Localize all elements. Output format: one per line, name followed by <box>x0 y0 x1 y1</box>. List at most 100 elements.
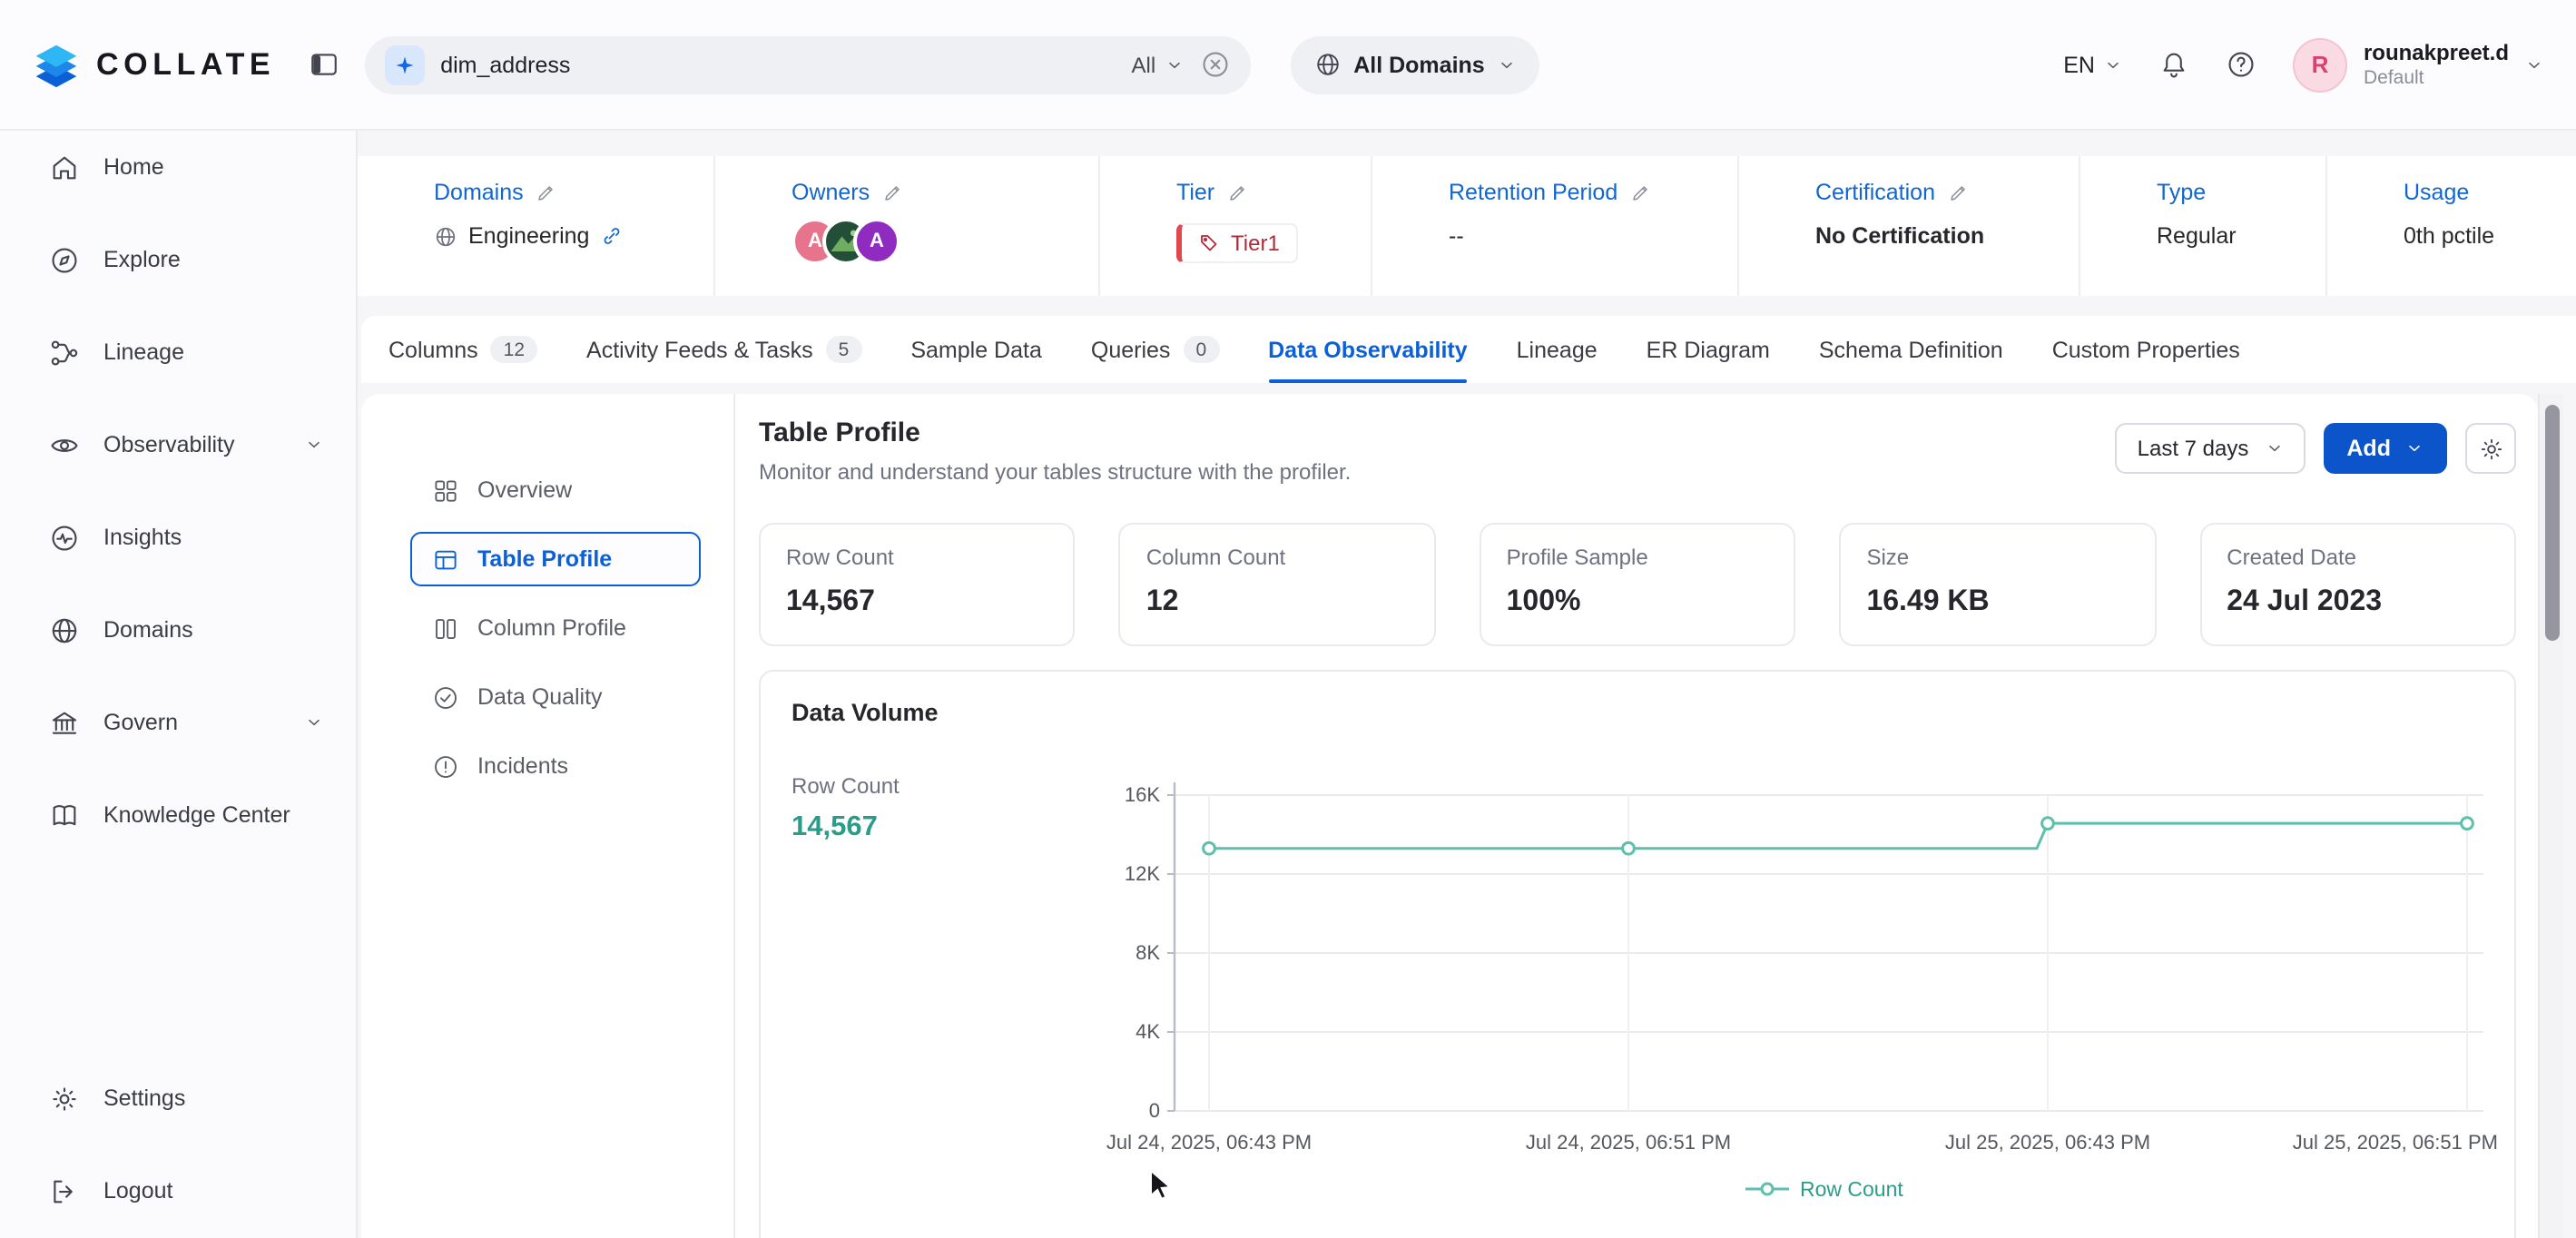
tab-lineage[interactable]: Lineage <box>1517 316 1598 383</box>
menu-item-label: Table Profile <box>477 546 612 572</box>
menu-item-table-profile[interactable]: Table Profile <box>410 532 701 586</box>
global-search[interactable]: All <box>364 35 1250 93</box>
svg-text:12K: 12K <box>1125 862 1160 885</box>
menu-item-overview[interactable]: Overview <box>410 463 701 517</box>
tab-sample-data[interactable]: Sample Data <box>910 316 1042 383</box>
tab-schema-definition[interactable]: Schema Definition <box>1819 316 2003 383</box>
menu-item-label: Data Quality <box>477 684 603 710</box>
sidebar-item-observability[interactable]: Observability <box>0 412 356 477</box>
sidebar-item-explore[interactable]: Explore <box>0 227 356 292</box>
owner-avatar[interactable]: A <box>853 218 900 265</box>
tab-er-diagram[interactable]: ER Diagram <box>1647 316 1770 383</box>
tab-data-observability[interactable]: Data Observability <box>1268 316 1468 383</box>
chevron-down-icon <box>2525 55 2543 74</box>
sidebar-item-govern[interactable]: Govern <box>0 690 356 755</box>
collate-logo-icon <box>33 41 80 88</box>
chevron-down-icon <box>2405 439 2424 457</box>
grid-icon <box>432 477 459 504</box>
stat-label: Size <box>1866 545 2129 570</box>
sidebar-item-lineage[interactable]: Lineage <box>0 319 356 385</box>
sidebar-item-domains[interactable]: Domains <box>0 597 356 663</box>
tab-queries[interactable]: Queries 0 <box>1091 316 1219 383</box>
knowledge-book-icon <box>49 800 80 830</box>
stat-card-row-count: Row Count 14,567 <box>759 523 1076 646</box>
retention-value: -- <box>1449 223 1464 249</box>
scrollbar-thumb[interactable] <box>2545 405 2560 641</box>
tab-count-badge: 12 <box>491 336 537 363</box>
edit-icon[interactable] <box>1948 182 1970 203</box>
profiler-settings-button[interactable] <box>2465 423 2516 474</box>
edit-icon[interactable] <box>1630 182 1652 203</box>
stat-card-column-count: Column Count 12 <box>1119 523 1436 646</box>
stat-card-size: Size 16.49 KB <box>1839 523 2156 646</box>
meta-domains: Domains Engineering <box>358 156 713 296</box>
user-avatar[interactable]: R <box>2293 37 2347 92</box>
edit-icon[interactable] <box>536 182 558 203</box>
edit-icon[interactable] <box>1227 182 1249 203</box>
explore-icon <box>49 244 80 275</box>
domain-value[interactable]: Engineering <box>468 223 589 249</box>
observability-panel: Overview Table Profile Column Profile Da… <box>361 394 2538 1238</box>
meta-retention: Retention Period -- <box>1371 156 1737 296</box>
stat-value: 16.49 KB <box>1866 586 2129 619</box>
check-circle-icon <box>432 683 459 711</box>
link-icon[interactable] <box>600 225 622 247</box>
stat-label: Created Date <box>2227 545 2489 570</box>
profiler-menu: Overview Table Profile Column Profile Da… <box>361 394 735 1238</box>
meta-usage: Usage 0th pctile <box>2325 156 2576 296</box>
meta-tier: Tier Tier1 <box>1098 156 1371 296</box>
notifications-bell-icon[interactable] <box>2158 49 2189 80</box>
govern-bank-icon <box>49 707 80 738</box>
user-name: rounakpreet.d <box>2364 39 2509 67</box>
add-button[interactable]: Add <box>2323 423 2447 474</box>
collate-logo[interactable]: COLLATE <box>33 41 275 88</box>
menu-item-column-profile[interactable]: Column Profile <box>410 601 701 655</box>
lineage-icon <box>49 337 80 368</box>
tab-columns[interactable]: Columns 12 <box>388 316 537 383</box>
panel-header: Table Profile Monitor and understand you… <box>759 418 1351 485</box>
sidebar-collapse-icon[interactable] <box>308 49 339 80</box>
stat-card-created-date: Created Date 24 Jul 2023 <box>2199 523 2516 646</box>
help-icon[interactable] <box>2226 49 2256 80</box>
search-scope-dropdown[interactable]: All <box>1132 52 1184 77</box>
user-menu[interactable]: R rounakpreet.d Default <box>2293 37 2543 92</box>
stat-value: 100% <box>1507 586 1769 619</box>
sidebar-item-insights[interactable]: Insights <box>0 505 356 570</box>
columns-icon <box>432 614 459 642</box>
tier-value: Tier1 <box>1231 231 1280 256</box>
sidebar-item-knowledge-center[interactable]: Knowledge Center <box>0 782 356 848</box>
sidebar-item-label: Explore <box>103 247 181 272</box>
owners-label: Owners <box>791 180 870 205</box>
user-team: Default <box>2364 68 2509 90</box>
edit-icon[interactable] <box>882 182 904 203</box>
search-sparkle-icon <box>384 44 424 84</box>
tab-custom-properties[interactable]: Custom Properties <box>2052 316 2240 383</box>
sidebar-item-logout[interactable]: Logout <box>0 1158 356 1223</box>
tab-activity-feeds[interactable]: Activity Feeds & Tasks 5 <box>586 316 861 383</box>
menu-item-data-quality[interactable]: Data Quality <box>410 670 701 724</box>
language-dropdown[interactable]: EN <box>2063 52 2122 77</box>
tab-label: ER Diagram <box>1647 337 1770 362</box>
tab-label: Schema Definition <box>1819 337 2003 362</box>
alert-circle-icon <box>432 752 459 780</box>
domain-filter-dropdown[interactable]: All Domains <box>1290 35 1539 93</box>
topbar: COLLATE All All Domains EN <box>0 0 2576 131</box>
sidebar-item-label: Lineage <box>103 339 184 365</box>
certification-label: Certification <box>1815 180 1935 205</box>
stat-label: Profile Sample <box>1507 545 1769 570</box>
sidebar-item-settings[interactable]: Settings <box>0 1066 356 1131</box>
observability-icon <box>49 429 80 460</box>
tab-label: Sample Data <box>910 337 1042 362</box>
entity-tabs: Columns 12 Activity Feeds & Tasks 5 Samp… <box>361 316 2576 383</box>
home-icon <box>49 152 80 182</box>
sidebar-item-label: Domains <box>103 617 193 643</box>
add-button-label: Add <box>2346 436 2391 461</box>
menu-item-incidents[interactable]: Incidents <box>410 739 701 793</box>
tier-badge[interactable]: Tier1 <box>1176 223 1298 263</box>
clear-search-icon[interactable] <box>1199 49 1230 80</box>
search-input[interactable] <box>440 52 1115 77</box>
sidebar-item-home[interactable]: Home <box>0 134 356 200</box>
sidebar: Home Explore Lineage Observability Insig… <box>0 131 358 1238</box>
date-range-dropdown[interactable]: Last 7 days <box>2116 423 2306 474</box>
domains-globe-icon <box>49 614 80 645</box>
